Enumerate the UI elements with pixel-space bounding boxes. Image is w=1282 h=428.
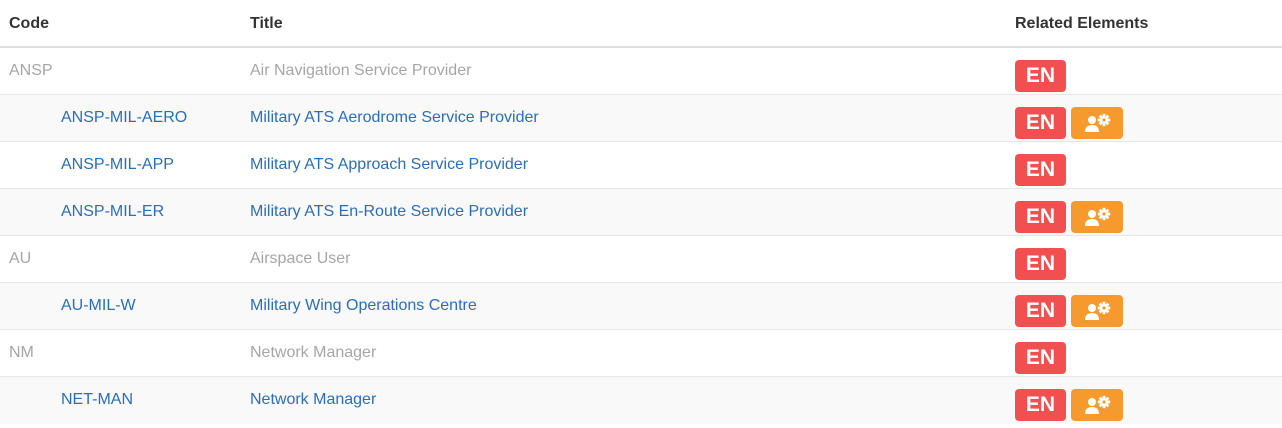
row-code[interactable]: AU-MIL-W	[61, 296, 136, 316]
en-badge[interactable]: EN	[1015, 342, 1066, 374]
organisation-table: Code Title Related Elements ANSP Air Navi…	[0, 0, 1282, 424]
column-header-code: Code	[9, 15, 49, 32]
table-row[interactable]: ANSP-MIL-AERO Military ATS Aerodrome Serv…	[0, 95, 1282, 142]
user-gear-badge[interactable]	[1071, 107, 1123, 139]
table-row[interactable]: NET-MAN Network Manager EN	[0, 377, 1282, 424]
table-row: ANSP Air Navigation Service Provider EN	[0, 48, 1282, 95]
user-gear-badge[interactable]	[1071, 389, 1123, 421]
table-row: NM Network Manager EN	[0, 330, 1282, 377]
row-title: Network Manager	[250, 344, 377, 361]
related-elements: EN	[1015, 295, 1123, 327]
user-gear-icon	[1085, 113, 1111, 132]
row-code: ANSP	[9, 62, 53, 79]
row-title[interactable]: Network Manager	[250, 390, 376, 410]
row-title: Air Navigation Service Provider	[250, 62, 472, 79]
row-title[interactable]: Military ATS En-Route Service Provider	[250, 202, 528, 222]
en-badge[interactable]: EN	[1015, 107, 1066, 139]
table-row: AU Airspace User EN	[0, 236, 1282, 283]
row-code: AU	[9, 250, 32, 267]
table-header: Code Title Related Elements	[0, 0, 1282, 48]
row-code[interactable]: ANSP-MIL-ER	[61, 202, 164, 222]
user-gear-badge[interactable]	[1071, 201, 1123, 233]
en-badge[interactable]: EN	[1015, 60, 1066, 92]
related-elements: EN	[1015, 154, 1066, 186]
en-badge[interactable]: EN	[1015, 154, 1066, 186]
user-gear-badge[interactable]	[1071, 295, 1123, 327]
column-header-title: Title	[250, 15, 283, 32]
row-title[interactable]: Military ATS Approach Service Provider	[250, 155, 528, 175]
related-elements: EN	[1015, 342, 1066, 374]
en-badge[interactable]: EN	[1015, 295, 1066, 327]
related-elements: EN	[1015, 107, 1123, 139]
table-body: ANSP Air Navigation Service Provider EN ANS…	[0, 48, 1282, 424]
row-title[interactable]: Military Wing Operations Centre	[250, 296, 477, 316]
row-code[interactable]: ANSP-MIL-AERO	[61, 108, 187, 128]
table-row[interactable]: ANSP-MIL-APP Military ATS Approach Servic…	[0, 142, 1282, 189]
row-title[interactable]: Military ATS Aerodrome Service Provider	[250, 108, 539, 128]
en-badge[interactable]: EN	[1015, 248, 1066, 280]
table-row[interactable]: ANSP-MIL-ER Military ATS En-Route Service…	[0, 189, 1282, 236]
en-badge[interactable]: EN	[1015, 389, 1066, 421]
row-code: NM	[9, 344, 34, 361]
row-code[interactable]: NET-MAN	[61, 390, 133, 410]
user-gear-icon	[1085, 301, 1111, 320]
related-elements: EN	[1015, 201, 1123, 233]
user-gear-icon	[1085, 395, 1111, 414]
related-elements: EN	[1015, 248, 1066, 280]
related-elements: EN	[1015, 389, 1123, 421]
row-code[interactable]: ANSP-MIL-APP	[61, 155, 174, 175]
table-row[interactable]: AU-MIL-W Military Wing Operations Centre E…	[0, 283, 1282, 330]
column-header-related-elements: Related Elements	[1015, 15, 1149, 32]
row-title: Airspace User	[250, 250, 351, 267]
en-badge[interactable]: EN	[1015, 201, 1066, 233]
related-elements: EN	[1015, 60, 1066, 92]
user-gear-icon	[1085, 207, 1111, 226]
